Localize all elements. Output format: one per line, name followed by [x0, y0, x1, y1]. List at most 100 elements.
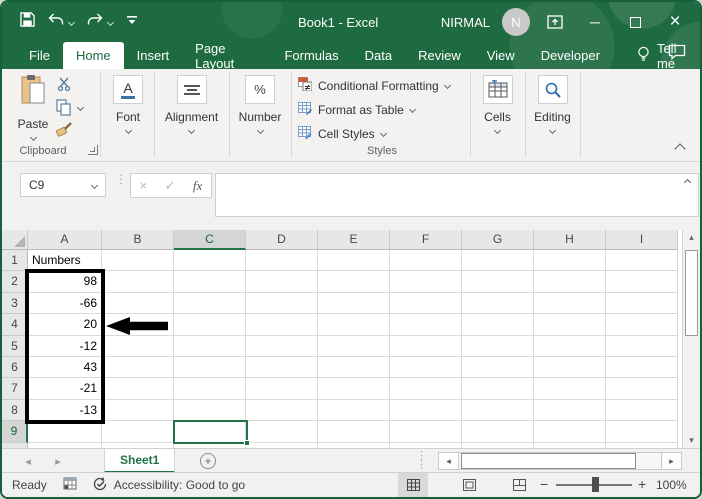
cell-I4[interactable] [606, 314, 678, 336]
cell-D5[interactable] [246, 335, 318, 357]
redo-icon[interactable] [87, 13, 103, 31]
cell-H9[interactable] [534, 421, 606, 443]
conditional-formatting-button[interactable]: Conditional Formatting [298, 77, 451, 94]
cell-H1[interactable] [534, 250, 606, 272]
save-icon[interactable] [20, 12, 35, 32]
cell-E1[interactable] [318, 250, 390, 272]
cell-C5[interactable] [174, 335, 246, 357]
horizontal-scrollbar[interactable]: ◂ ▸ [438, 452, 682, 470]
column-header-F[interactable]: F [390, 230, 462, 250]
undo-dropdown-icon[interactable] [67, 18, 76, 26]
ribbon-display-options-icon[interactable] [540, 2, 570, 42]
cell-A6[interactable]: 43 [28, 356, 102, 379]
cell-D4[interactable] [246, 314, 318, 336]
cell-B6[interactable] [102, 356, 174, 379]
cell-B7[interactable] [102, 378, 174, 400]
cell-C3[interactable] [174, 292, 246, 315]
cell-B3[interactable] [102, 292, 174, 315]
tab-home[interactable]: Home [62, 42, 124, 69]
cell-A5[interactable]: -12 [28, 335, 102, 357]
zoom-in-icon[interactable]: + [638, 476, 646, 492]
cell-B9[interactable] [102, 421, 174, 443]
cell-A8[interactable]: -13 [28, 399, 102, 422]
horizontal-scroll-thumb[interactable] [461, 453, 636, 469]
cell-I3[interactable] [606, 292, 678, 315]
alignment-button[interactable]: Alignment [154, 75, 229, 135]
cell-D9[interactable] [246, 421, 318, 443]
cell-E5[interactable] [318, 335, 390, 357]
tab-view[interactable]: View [474, 42, 528, 69]
column-header-I[interactable]: I [606, 230, 678, 250]
cell-I9[interactable] [606, 421, 678, 443]
vertical-scrollbar[interactable]: ▴ ▾ [682, 230, 700, 448]
tab-formulas[interactable]: Formulas [271, 42, 351, 69]
cell-B2[interactable] [102, 271, 174, 293]
cell-C1[interactable] [174, 250, 246, 272]
cell-G1[interactable] [462, 250, 534, 272]
macro-record-icon[interactable] [63, 477, 77, 493]
cancel-icon[interactable]: × [140, 178, 148, 193]
row-header-9[interactable]: 9 [2, 421, 28, 443]
row-header-5[interactable]: 5 [2, 335, 28, 357]
user-name[interactable]: NIRMAL [441, 15, 490, 30]
cell-A1[interactable]: Numbers [28, 250, 102, 272]
number-button[interactable]: % Number [229, 75, 291, 135]
cell-E4[interactable] [318, 314, 390, 336]
column-header-C[interactable]: C [174, 230, 246, 250]
tab-developer[interactable]: Developer [528, 42, 613, 69]
cell-F8[interactable] [390, 399, 462, 422]
select-all-corner[interactable] [2, 230, 28, 250]
cell-I1[interactable] [606, 250, 678, 272]
cell-E8[interactable] [318, 399, 390, 422]
zoom-slider-thumb[interactable] [592, 477, 599, 492]
format-as-table-button[interactable]: Format as Table [298, 101, 416, 118]
row-header-3[interactable]: 3 [2, 292, 28, 315]
format-painter-icon[interactable] [55, 121, 73, 142]
cell-I2[interactable] [606, 271, 678, 293]
scroll-down-icon[interactable]: ▾ [683, 435, 700, 446]
cell-E6[interactable] [318, 356, 390, 379]
enter-icon[interactable]: ✓ [165, 178, 176, 194]
column-header-H[interactable]: H [534, 230, 606, 250]
cell-G3[interactable] [462, 292, 534, 315]
cell-I5[interactable] [606, 335, 678, 357]
cell-F6[interactable] [390, 356, 462, 379]
cell-E9[interactable] [318, 421, 390, 443]
cell-C9[interactable] [174, 421, 246, 443]
cell-I8[interactable] [606, 399, 678, 422]
cell-D1[interactable] [246, 250, 318, 272]
minimize-button[interactable]: ─ [580, 2, 610, 42]
formula-bar-expand-icon[interactable] [683, 178, 692, 187]
cell-H4[interactable] [534, 314, 606, 336]
font-button[interactable]: A Font [102, 75, 154, 135]
sheet-nav-left-icon[interactable]: ◂ [16, 449, 40, 473]
accessibility-status[interactable]: Accessibility: Good to go [93, 476, 245, 494]
cell-A4[interactable]: 20 [28, 314, 102, 336]
cell-G9[interactable] [462, 421, 534, 443]
tab-page-layout[interactable]: Page Layout [182, 41, 271, 71]
zoom-level[interactable]: 100% [656, 478, 687, 492]
new-sheet-button[interactable]: + [200, 453, 216, 469]
cell-F1[interactable] [390, 250, 462, 272]
cell-D8[interactable] [246, 399, 318, 422]
cell-A7[interactable]: -21 [28, 378, 102, 400]
name-box[interactable]: C9 [20, 173, 106, 197]
row-header-1[interactable]: 1 [2, 250, 28, 272]
cell-G7[interactable] [462, 378, 534, 400]
cell-styles-button[interactable]: Cell Styles [298, 125, 387, 142]
cell-H5[interactable] [534, 335, 606, 357]
formula-input[interactable] [215, 173, 699, 217]
row-header-7[interactable]: 7 [2, 378, 28, 400]
tab-splitter-icon[interactable]: ⋮ ⋮ [416, 451, 427, 471]
name-box-dropdown-icon[interactable] [90, 181, 99, 189]
tab-data[interactable]: Data [352, 42, 405, 69]
cell-D3[interactable] [246, 292, 318, 315]
tab-review[interactable]: Review [405, 42, 474, 69]
paste-button[interactable]: Paste [10, 74, 56, 142]
comments-icon[interactable] [668, 44, 686, 65]
scroll-left-icon[interactable]: ◂ [438, 452, 459, 470]
cell-B1[interactable] [102, 250, 174, 272]
collapse-ribbon-icon[interactable] [674, 143, 686, 155]
cell-E7[interactable] [318, 378, 390, 400]
column-header-D[interactable]: D [246, 230, 318, 250]
